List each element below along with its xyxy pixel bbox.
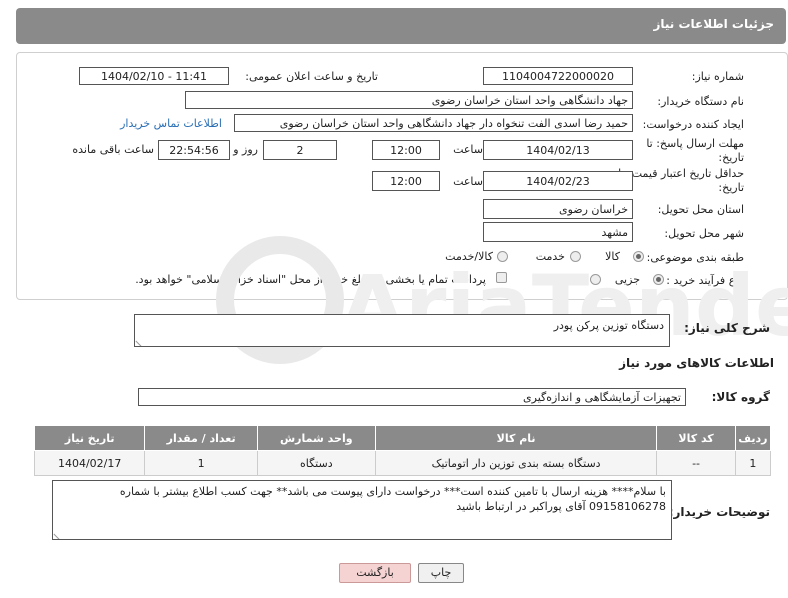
- process-option-medium: متوسط: [550, 273, 585, 286]
- city-label: شهر محل تحویل:: [664, 227, 744, 240]
- resize-handle-icon[interactable]: [53, 527, 66, 539]
- process-radio-minor[interactable]: [653, 274, 664, 285]
- cell-code: --: [656, 450, 736, 476]
- remaining-label: ساعت باقی مانده: [72, 143, 154, 156]
- col-name: نام کالا: [374, 425, 658, 451]
- description-text: دستگاه توزین پرکن پودر: [553, 319, 664, 332]
- province-label: استان محل تحویل:: [657, 203, 744, 216]
- price-validity-date-field[interactable]: 1404/02/23: [483, 171, 633, 191]
- page-header: جزئیات اطلاعات نیاز: [16, 8, 786, 44]
- buyer-notes-text: با سلام**** هزینه ارسال با تامین کننده ا…: [119, 485, 666, 513]
- province-field[interactable]: خراسان رضوی: [483, 199, 633, 219]
- need-number-label: شماره نیاز:: [691, 70, 744, 83]
- col-unit: واحد شمارش: [256, 425, 376, 451]
- buyer-org-label: نام دستگاه خریدار:: [657, 95, 744, 108]
- process-option-minor: جزیی: [614, 273, 640, 286]
- back-button[interactable]: بازگشت: [339, 563, 411, 583]
- deadline-date-field[interactable]: 1404/02/13: [483, 140, 633, 160]
- price-validity-label: حداقل تاریخ اعتبار قیمت: تا تاریخ:: [618, 167, 744, 194]
- category-radio-goods[interactable]: [633, 251, 644, 262]
- page-title: جزئیات اطلاعات نیاز: [653, 17, 774, 31]
- announce-label: تاریخ و ساعت اعلان عمومی:: [245, 70, 378, 83]
- table-row: 1 -- دستگاه بسته بندی توزین دار اتوماتیک…: [33, 450, 772, 476]
- col-row: ردیف: [734, 425, 772, 451]
- category-option-service: خدمت: [535, 250, 565, 263]
- col-need-date: تاریخ نیاز: [33, 425, 146, 451]
- price-validity-time-field[interactable]: 12:00: [372, 171, 440, 191]
- col-code: کد کالا: [656, 425, 736, 451]
- buyer-org-field[interactable]: جهاد دانشگاهی واحد استان خراسان رضوی: [185, 91, 633, 109]
- print-button[interactable]: چاپ: [418, 563, 464, 583]
- deadline-time-field[interactable]: 12:00: [372, 140, 440, 160]
- goods-table-header: ردیف کد کالا نام کالا واحد شمارش تعداد /…: [33, 425, 772, 451]
- treasury-payment-note: پرداخت تمام یا بخشی از مبلغ خرید،از محل …: [135, 273, 486, 286]
- category-option-goods: کالا: [605, 250, 620, 263]
- treasury-payment-checkbox[interactable]: [496, 272, 507, 283]
- need-number-field[interactable]: 1104004722000020: [483, 67, 633, 85]
- contact-buyer-link[interactable]: اطلاعات تماس خریدار: [120, 117, 222, 130]
- goods-group-field[interactable]: تجهیزات آزمایشگاهی و اندازه‌گیری: [138, 388, 686, 406]
- category-radio-service[interactable]: [570, 251, 581, 262]
- announce-field[interactable]: 1404/02/10 - 11:41: [79, 67, 229, 85]
- goods-table: ردیف کد کالا نام کالا واحد شمارش تعداد /…: [33, 425, 772, 476]
- cell-unit: دستگاه: [256, 450, 376, 476]
- col-quantity: تعداد / مقدار: [144, 425, 258, 451]
- cell-quantity: 1: [144, 450, 258, 476]
- resize-handle-icon[interactable]: [135, 334, 148, 346]
- remaining-time-field[interactable]: 22:54:56: [158, 140, 230, 160]
- days-field[interactable]: 2: [263, 140, 337, 160]
- deadline-label: مهلت ارسال پاسخ: تا تاریخ:: [646, 137, 744, 164]
- category-option-goods-service: کالا/خدمت: [445, 250, 493, 263]
- category-radio-goods-service[interactable]: [497, 251, 508, 262]
- goods-section-title: اطلاعات کالاهای مورد نیاز: [619, 356, 774, 370]
- process-radio-medium[interactable]: [590, 274, 601, 285]
- category-label: طبقه بندی موضوعی:: [646, 251, 744, 264]
- buyer-notes-label: توضیحات خریدار:: [668, 505, 770, 519]
- description-label: شرح کلی نیاز:: [684, 321, 770, 335]
- goods-group-label: گروه کالا:: [711, 390, 770, 404]
- price-validity-time-label: ساعت: [453, 175, 483, 188]
- cell-need-date: 1404/02/17: [33, 450, 146, 476]
- creator-field[interactable]: حمید رضا اسدی الفت تنخواه دار جهاد دانشگ…: [234, 114, 633, 132]
- cell-name: دستگاه بسته بندی توزین دار اتوماتیک: [374, 450, 658, 476]
- cell-row: 1: [734, 450, 772, 476]
- deadline-time-label: ساعت: [453, 143, 483, 156]
- description-textarea[interactable]: دستگاه توزین پرکن پودر: [134, 314, 670, 347]
- creator-label: ایجاد کننده درخواست:: [642, 118, 744, 131]
- process-label: نوع فرآیند خرید :: [666, 274, 744, 287]
- days-label: روز و: [233, 143, 258, 156]
- buyer-notes-textarea[interactable]: با سلام**** هزینه ارسال با تامین کننده ا…: [52, 480, 672, 540]
- city-field[interactable]: مشهد: [483, 222, 633, 242]
